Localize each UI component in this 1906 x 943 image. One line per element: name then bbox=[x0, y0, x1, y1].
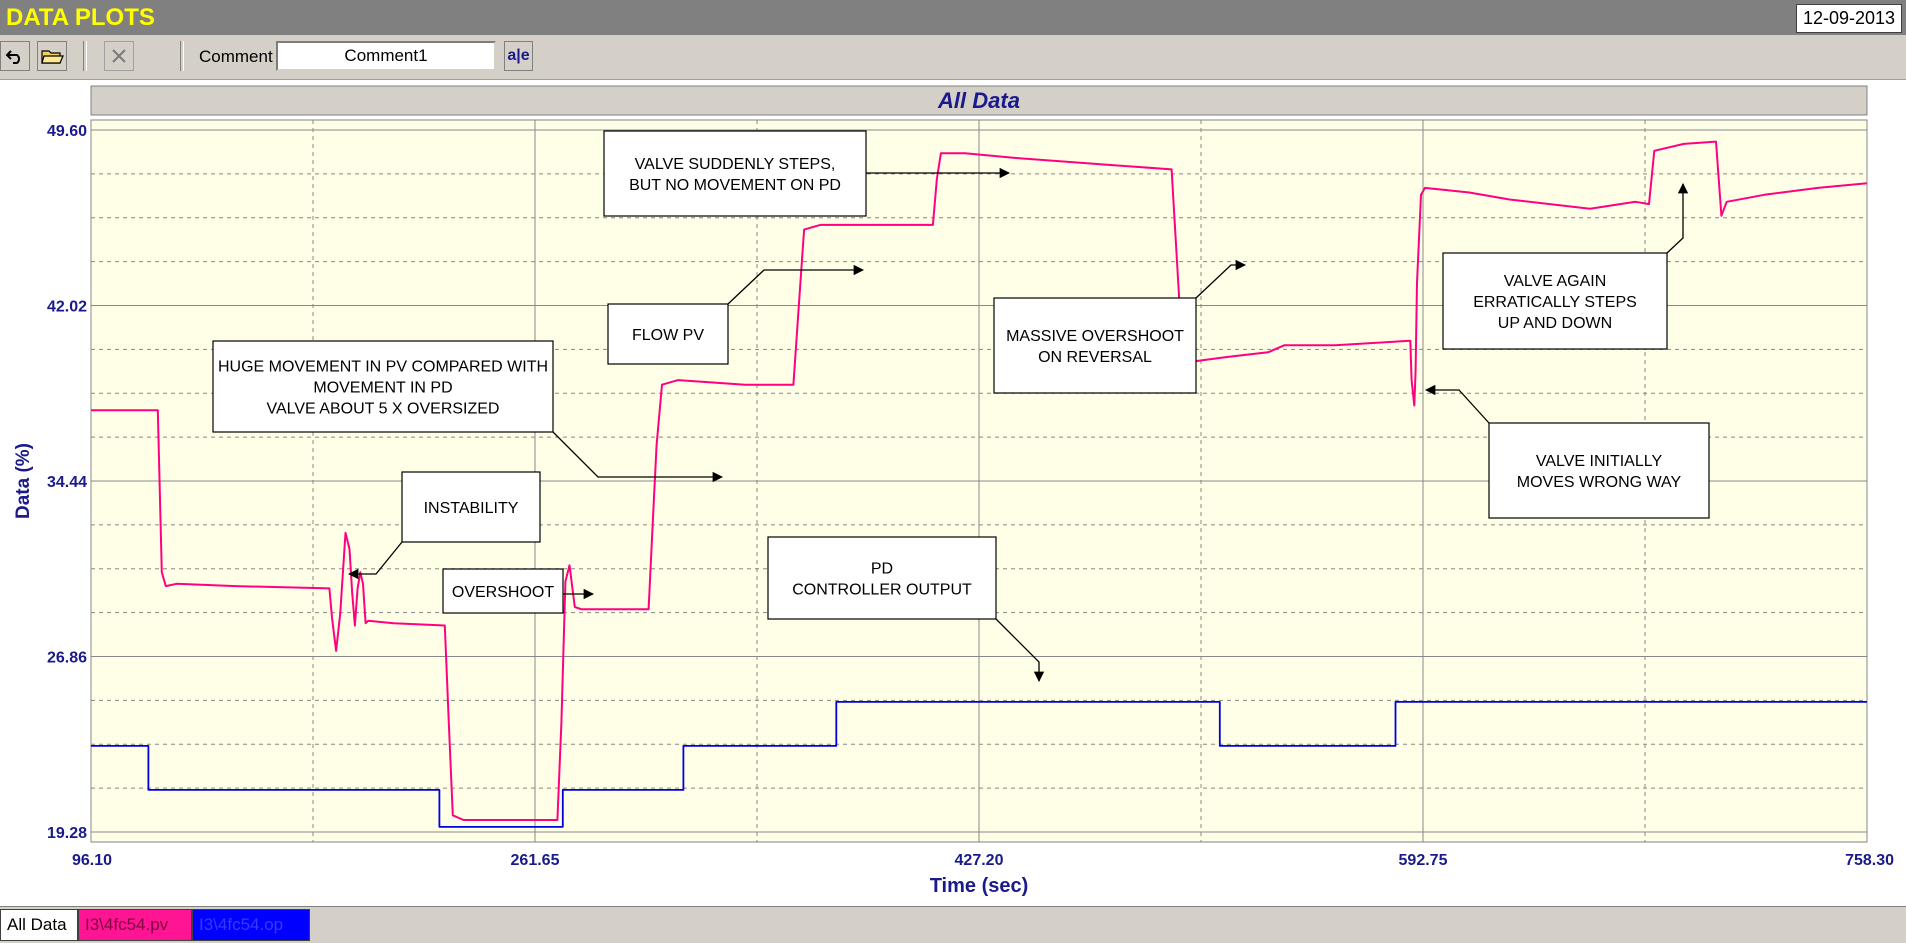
x-tick-label: 592.75 bbox=[1399, 852, 1448, 869]
annotation-box bbox=[767, 536, 997, 620]
x-axis-label: Time (sec) bbox=[930, 875, 1029, 897]
tab-all-data[interactable]: All Data bbox=[0, 909, 78, 941]
annotation-text: OVERSHOOT bbox=[452, 584, 554, 601]
toolbar-separator bbox=[180, 41, 184, 71]
tab-op[interactable]: I3\4fc54.op bbox=[192, 909, 310, 941]
text-tool-button[interactable]: a|e bbox=[504, 41, 533, 71]
text-cursor-icon: a|e bbox=[507, 47, 530, 64]
y-tick-label: 34.44 bbox=[47, 474, 87, 491]
annotation-box bbox=[993, 297, 1197, 394]
annotation-text: UP AND DOWN bbox=[1498, 315, 1612, 332]
data-chart: All Data VALVE SUDDENLY STEPS, BUT NO MOV… bbox=[13, 85, 1894, 897]
comment-input[interactable] bbox=[276, 41, 496, 71]
annotation-text: INSTABILITY bbox=[424, 500, 519, 517]
tab-bar: All Data I3\4fc54.pv I3\4fc54.op bbox=[0, 906, 1906, 943]
open-button[interactable] bbox=[37, 41, 67, 71]
x-tick-label: 96.10 bbox=[72, 852, 112, 869]
annotation-text: ON REVERSAL bbox=[1038, 349, 1152, 366]
y-axis-label: Data (%) bbox=[13, 443, 34, 519]
app-title: DATA PLOTS bbox=[6, 4, 155, 31]
x-tick-label: 261.65 bbox=[511, 852, 560, 869]
annotation-box bbox=[603, 130, 867, 217]
date-display: 12-09-2013 bbox=[1796, 4, 1902, 33]
annotation-text: VALVE INITIALLY bbox=[1536, 453, 1663, 470]
y-tick-label: 42.02 bbox=[47, 299, 87, 316]
x-tick-label: 758.30 bbox=[1845, 852, 1894, 869]
toolbar-separator bbox=[83, 41, 87, 71]
undo-button[interactable] bbox=[0, 41, 30, 71]
annotation-text: MASSIVE OVERSHOOT bbox=[1006, 328, 1184, 345]
annotation-text: MOVEMENT IN PD bbox=[313, 380, 452, 397]
chart-title: All Data bbox=[937, 88, 1020, 113]
plot-area: All Data VALVE SUDDENLY STEPS, BUT NO MOV… bbox=[0, 80, 1906, 906]
tab-pv[interactable]: I3\4fc54.pv bbox=[78, 909, 192, 941]
annotation-text: BUT NO MOVEMENT ON PD bbox=[629, 177, 841, 194]
annotation-box bbox=[1488, 422, 1710, 519]
annotation-text: VALVE SUDDENLY STEPS, bbox=[635, 156, 836, 173]
comment-label: Comment bbox=[199, 47, 273, 66]
annotation-text: PD bbox=[871, 561, 893, 578]
annotation-text: VALVE AGAIN bbox=[1504, 273, 1607, 290]
delete-button[interactable] bbox=[104, 41, 134, 71]
annotation-text: VALVE ABOUT 5 X OVERSIZED bbox=[267, 401, 500, 418]
annotation-text: ERRATICALLY STEPS bbox=[1473, 294, 1637, 311]
close-icon bbox=[112, 49, 126, 63]
y-tick-label: 49.60 bbox=[47, 123, 87, 140]
title-bar: DATA PLOTS 12-09-2013 bbox=[0, 0, 1906, 35]
annotation-text: MOVES WRONG WAY bbox=[1517, 474, 1682, 491]
y-tick-label: 19.28 bbox=[47, 825, 87, 842]
annotation-text: CONTROLLER OUTPUT bbox=[792, 582, 972, 599]
undo-icon bbox=[5, 50, 20, 64]
annotation-text: HUGE MOVEMENT IN PV COMPARED WITH bbox=[218, 359, 548, 376]
folder-open-icon bbox=[41, 50, 64, 64]
annotation-text: FLOW PV bbox=[632, 327, 704, 344]
y-tick-label: 26.86 bbox=[47, 650, 87, 667]
x-tick-label: 427.20 bbox=[955, 852, 1004, 869]
toolbar: Comment a|e bbox=[0, 35, 1906, 80]
